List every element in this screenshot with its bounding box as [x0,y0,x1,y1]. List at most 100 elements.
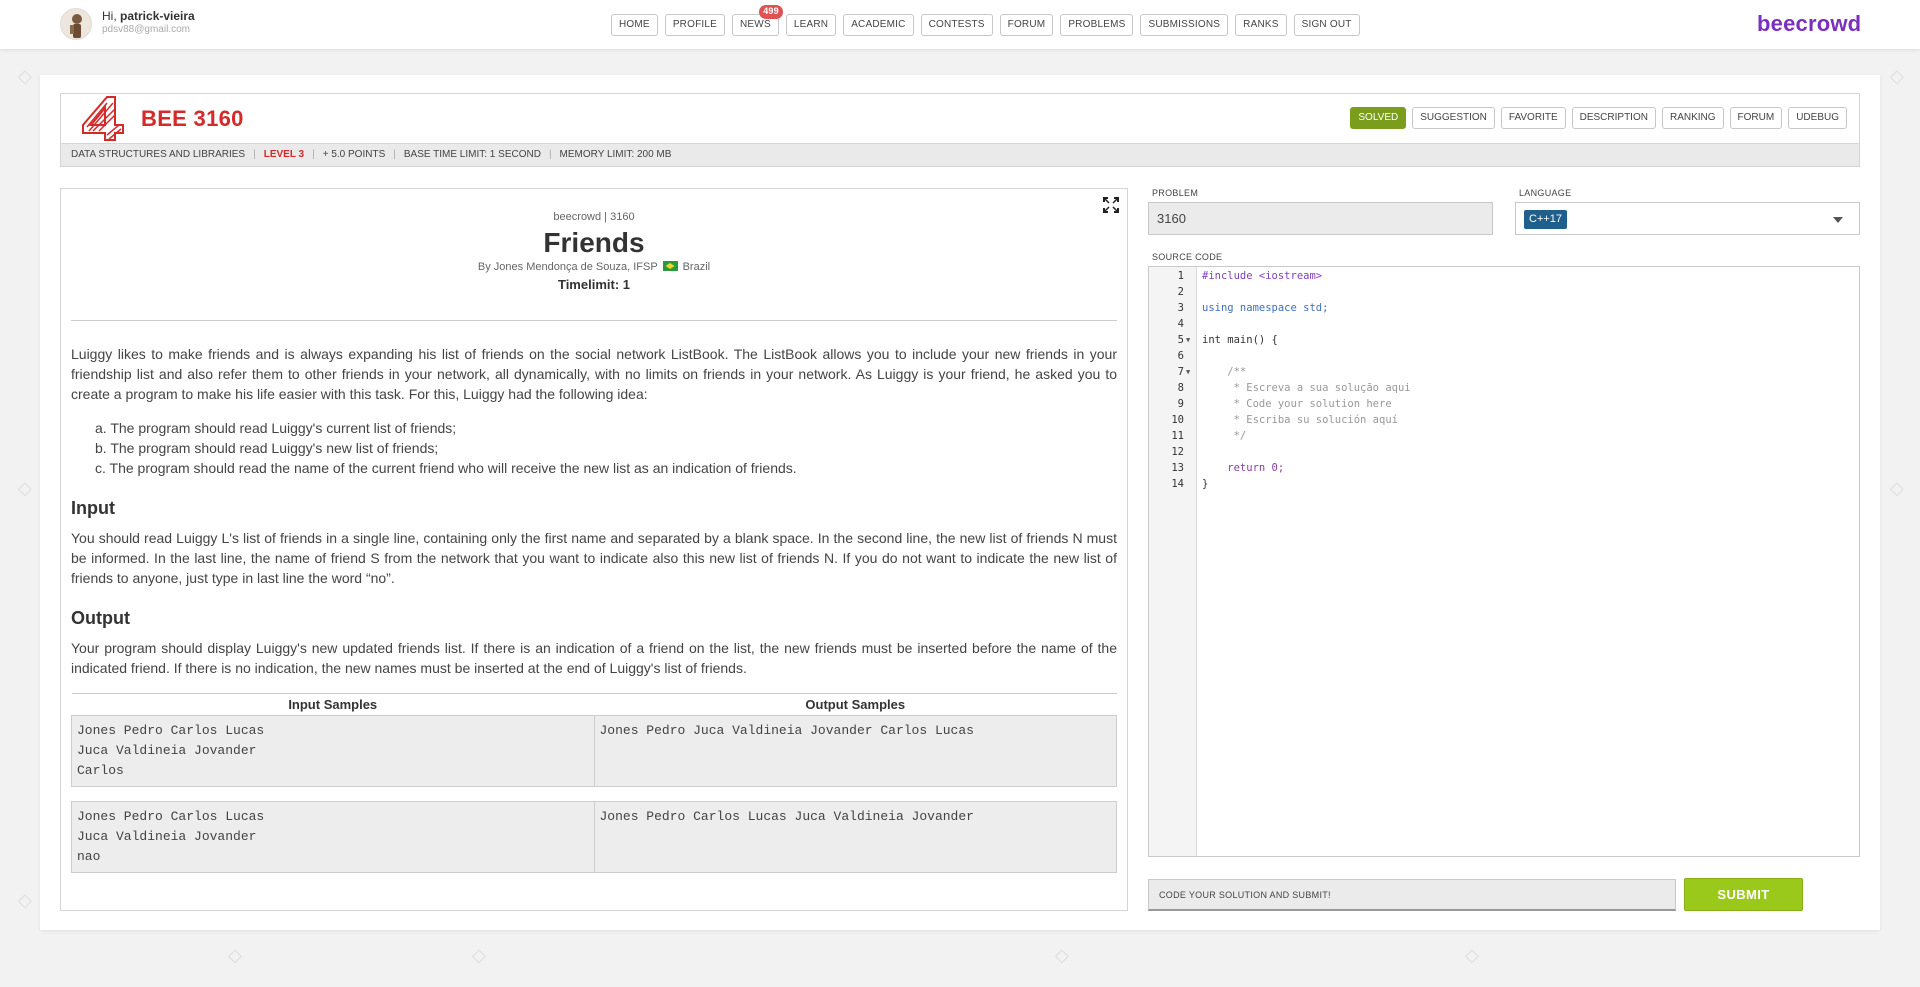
problem-actions: SOLVED SUGGESTION FAVORITE DESCRIPTION R… [1350,107,1847,129]
code-text: using namespace std; [1202,302,1329,314]
line-number: 5 [1177,334,1184,346]
problem-header: BEE 3160 SOLVED SUGGESTION FAVORITE DESC… [60,93,1860,143]
line-number: 13 [1171,462,1184,474]
code-line: 11 */ [1149,428,1859,444]
code-line: 7 ▼ /** [1149,364,1859,380]
author-country: Brazil [682,261,711,273]
problem-card: BEE 3160 SOLVED SUGGESTION FAVORITE DESC… [40,75,1880,930]
table-row: Jones Pedro Carlos Lucas Juca Valdineia … [71,801,1117,873]
problem-author: By Jones Mendonça de Souza, IFSP Brazil [61,261,1127,273]
nav-submissions-button[interactable]: SUBMISSIONS [1140,14,1229,36]
idea-list: a. The program should read Luiggy's curr… [95,418,1117,478]
sample-output: Jones Pedro Juca Valdineia Jovander Carl… [593,715,1117,787]
list-item: a. The program should read Luiggy's curr… [95,420,457,436]
background-diamond: ◇ [472,945,486,966]
description-button[interactable]: DESCRIPTION [1571,107,1656,129]
username[interactable]: patrick-vieira [120,9,195,23]
input-paragraph: You should read Luiggy L's list of frien… [71,530,1117,586]
background-diamond: ◇ [18,478,32,499]
language-select[interactable]: C++17 [1515,202,1860,235]
code-text: * Escriba su solución aquí [1202,414,1398,426]
output-paragraph: Your program should display Luiggy's new… [71,640,1117,676]
nav-profile-button[interactable]: PROFILE [664,14,726,36]
forum-button[interactable]: FORUM [1729,107,1783,129]
row-gap [71,786,1117,802]
code-line: 3 using namespace std; [1149,300,1859,316]
problem-label: PROBLEM [1152,188,1199,198]
user-info: Hi, patrick-vieira pdsv88@gmail.com [102,9,195,35]
avatar[interactable] [60,8,92,40]
user-email: pdsv88@gmail.com [102,24,190,35]
code-line: 10 * Escriba su solución aquí [1149,412,1859,428]
news-count-badge: 499 [759,5,783,19]
nav-news-label: NEWS [740,19,771,30]
sample-input: Jones Pedro Carlos Lucas Juca Valdineia … [71,801,595,873]
background-diamond: ◇ [1465,945,1479,966]
code-editor[interactable]: 1 #include <iostream> 2 3 using namespace … [1148,266,1860,857]
fold-arrow-icon[interactable]: ▼ [1186,364,1190,380]
code-line: 13 return 0; [1149,460,1859,476]
problem-time-limit: BASE TIME LIMIT: 1 SECOND [403,149,541,160]
problem-title: Friends [543,227,645,258]
problem-category[interactable]: DATA STRUCTURES AND LIBRARIES [71,144,245,166]
problem-points: + 5.0 POINTS [322,149,386,160]
code-line: 9 * Code your solution here [1149,396,1859,412]
ranking-button[interactable]: RANKING [1661,107,1724,129]
meta-separator: | [393,149,396,160]
submit-button[interactable]: SUBMIT [1684,878,1803,911]
nav-news-button[interactable]: NEWS 499 [732,5,783,36]
code-line: 14} [1149,476,1859,492]
code-line: 5 ▼ int main() { [1149,332,1859,348]
nav-academic-button[interactable]: ACADEMIC [843,14,914,36]
language-selected-tag: C++17 [1524,210,1568,229]
submit-message: CODE YOUR SOLUTION AND SUBMIT! [1148,879,1676,911]
problem-timelimit: Timelimit: 1 [557,277,630,292]
nav-ranks-button[interactable]: RANKS [1235,14,1287,36]
description-body: Luiggy likes to make friends and is alwa… [71,344,1117,678]
background-diamond: ◇ [1890,478,1904,499]
level-four-logo-icon [82,96,124,141]
line-number: 11 [1171,430,1184,442]
line-number: 9 [1177,398,1184,410]
problem-description-panel: beecrowd | 3160 Friends By Jones Mendonç… [60,188,1128,911]
line-number: 4 [1177,318,1184,330]
table-row: Jones Pedro Carlos Lucas Juca Valdineia … [71,715,1117,787]
udebug-button[interactable]: UDEBUG [1788,107,1847,129]
code-text: /** [1202,366,1247,378]
greeting-prefix: Hi, [102,9,117,23]
nav-home-button[interactable]: HOME [611,14,658,36]
background-diamond: ◇ [18,890,32,911]
code-text: * Escreva a sua solução aqui [1202,382,1411,394]
problem-code: BEE 3160 [141,106,244,131]
fold-arrow-icon[interactable]: ▼ [1186,332,1190,348]
nav-forum-button[interactable]: FORUM [999,14,1054,36]
code-line: 6 [1149,348,1859,364]
nav-learn-button[interactable]: LEARN [785,14,837,36]
language-label: LANGUAGE [1519,188,1572,198]
problem-number-field[interactable]: 3160 [1148,202,1493,235]
nav-sign-out-button[interactable]: SIGN OUT [1293,14,1360,36]
output-samples-header: Output Samples [594,693,1117,716]
solved-button[interactable]: SOLVED [1350,107,1407,129]
problem-origin: beecrowd | 3160 [553,211,635,223]
code-line: 2 [1149,284,1859,300]
meta-separator: | [253,149,256,160]
background-diamond: ◇ [1890,66,1904,87]
brand-logo[interactable]: beecrowd [1757,11,1861,37]
chevron-down-icon[interactable] [1833,217,1843,223]
code-text: int main() { [1202,334,1278,346]
input-samples-header: Input Samples [71,693,594,716]
output-heading: Output [71,608,130,628]
suggestion-button[interactable]: SUGGESTION [1412,107,1495,129]
problem-meta-bar: DATA STRUCTURES AND LIBRARIES | LEVEL 3 … [60,143,1860,167]
user-greeting: Hi, patrick-vieira [102,9,195,23]
code-text: return 0; [1202,462,1285,474]
description-header: beecrowd | 3160 Friends By Jones Mendonç… [61,211,1127,292]
divider [71,320,1117,321]
line-number: 12 [1171,446,1184,458]
main-nav: HOME PROFILE NEWS 499 LEARN ACADEMIC CON… [611,5,1360,36]
nav-problems-button[interactable]: PROBLEMS [1060,14,1134,36]
favorite-button[interactable]: FAVORITE [1500,107,1566,129]
line-number: 7 [1177,366,1184,378]
nav-contests-button[interactable]: CONTESTS [920,14,993,36]
